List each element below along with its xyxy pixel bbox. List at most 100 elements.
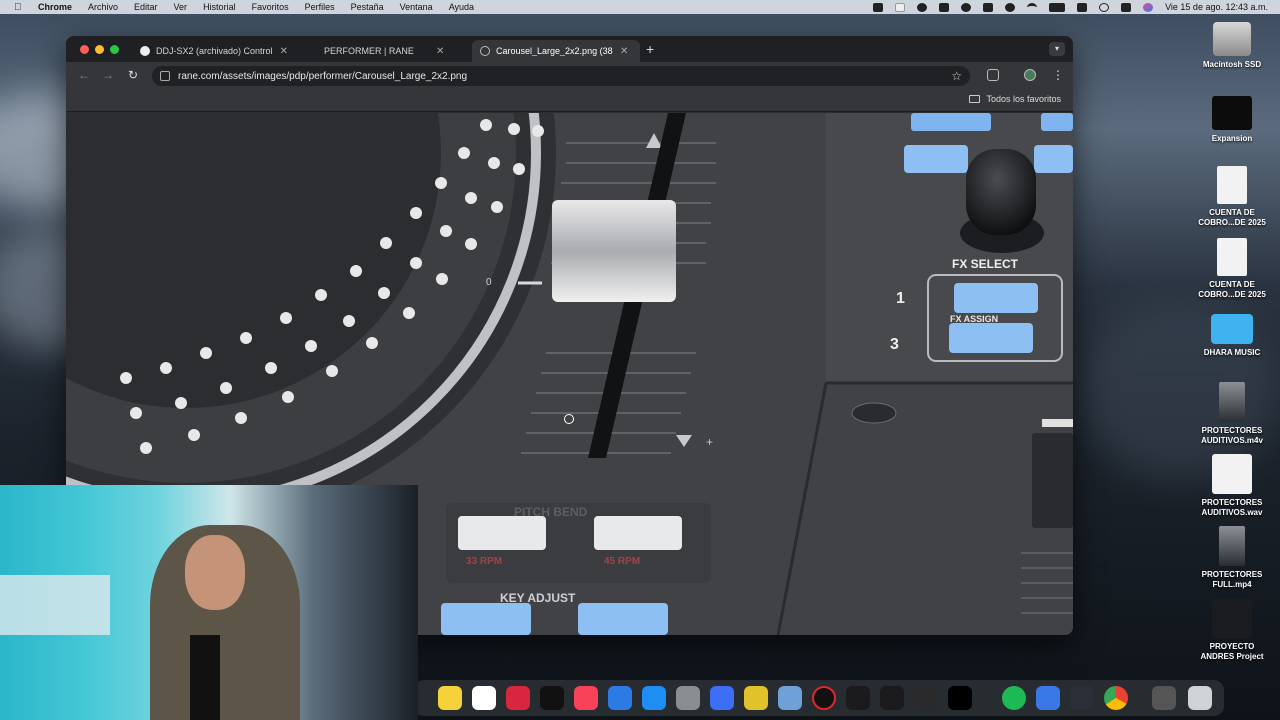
- dj-app-icon[interactable]: [880, 686, 904, 710]
- search-icon[interactable]: [1099, 2, 1110, 12]
- svg-text:+: +: [706, 435, 713, 449]
- unknown-app-icon[interactable]: [778, 686, 802, 710]
- status-app-icon[interactable]: [873, 2, 884, 12]
- hard-drive-icon: [1213, 22, 1251, 56]
- trash-icon[interactable]: [1188, 686, 1212, 710]
- desktop-icon-proyecto-andres[interactable]: PROYECTO ANDRES Project: [1192, 598, 1272, 662]
- menu-ventana[interactable]: Ventana: [400, 2, 433, 12]
- dj-app-icon[interactable]: [846, 686, 870, 710]
- desktop-icon-protectores-wav[interactable]: PROTECTORES AUDITIVOS.wav: [1192, 454, 1272, 518]
- desktop-icon-cuenta-1[interactable]: CUENTA DE COBRO...DE 2025: [1192, 166, 1272, 228]
- pitch-bend-plus-button: [594, 516, 682, 550]
- clock[interactable]: Vie 15 de ago. 12:43 a.m.: [1165, 2, 1268, 12]
- tab-ddj-sx2[interactable]: DDJ-SX2 (archivado) Control ✕: [132, 40, 296, 62]
- new-tab-button[interactable]: +: [646, 41, 654, 57]
- url-text[interactable]: rane.com/assets/images/pdp/performer/Car…: [178, 71, 467, 82]
- tab-close-icon[interactable]: ✕: [280, 46, 288, 57]
- status-app-icon[interactable]: [917, 2, 928, 12]
- tiktok-app-icon[interactable]: [948, 686, 972, 710]
- minimize-window-button[interactable]: [95, 45, 104, 54]
- unknown-app-icon[interactable]: [1036, 686, 1060, 710]
- extensions-icon[interactable]: [987, 69, 999, 81]
- desktop-icon-macintosh-ssd[interactable]: Macintosh SSD: [1192, 22, 1272, 70]
- tab-title: DDJ-SX2 (archivado) Control: [156, 46, 273, 56]
- voice-memos-app-icon[interactable]: [608, 686, 632, 710]
- desktop-icon-label: PROYECTO ANDRES Project: [1200, 642, 1264, 661]
- downloads-stack-icon[interactable]: [1152, 686, 1176, 710]
- pad-button: [1034, 145, 1073, 173]
- profile-avatar[interactable]: [1024, 69, 1036, 81]
- menu-favoritos[interactable]: Favoritos: [252, 2, 289, 12]
- desktop-icon-cuenta-2[interactable]: CUENTA DE COBRO...DE 2025: [1192, 238, 1272, 300]
- dj-app-icon[interactable]: [914, 686, 938, 710]
- tab-performer-rane[interactable]: PERFORMER | RANE ✕: [304, 40, 468, 62]
- rpm-33-label: 33 RPM: [466, 556, 502, 567]
- menu-archivo[interactable]: Archivo: [88, 2, 118, 12]
- status-app-icon[interactable]: [895, 2, 906, 12]
- spotify-app-icon[interactable]: [1002, 686, 1026, 710]
- menu-pestana[interactable]: Pestaña: [351, 2, 384, 12]
- status-app-icon[interactable]: [983, 2, 994, 12]
- back-button[interactable]: ←: [78, 68, 90, 82]
- status-area: Vie 15 de ago. 12:43 a.m.: [873, 0, 1268, 14]
- status-app-icon[interactable]: [939, 2, 950, 12]
- notes-app-icon[interactable]: [438, 686, 462, 710]
- battery-icon[interactable]: [1049, 2, 1066, 12]
- desktop-icon-label: Expansion: [1211, 134, 1253, 143]
- control-center-icon[interactable]: [1077, 2, 1088, 12]
- desktop-icon-dhara-music[interactable]: DHARA MUSIC: [1192, 314, 1272, 358]
- chrome-app-icon[interactable]: [1104, 686, 1128, 710]
- fx-select-label: FX SELECT: [952, 257, 1019, 271]
- siri-icon[interactable]: [1143, 2, 1154, 12]
- more-menu-icon[interactable]: ⋮: [1052, 68, 1064, 82]
- desktop-icon-label: PROTECTORES AUDITIVOS.m4v: [1201, 426, 1263, 445]
- desktop-icon-label: CUENTA DE COBRO...DE 2025: [1198, 208, 1266, 227]
- menu-ver[interactable]: Ver: [174, 2, 188, 12]
- tab-search-button[interactable]: ▾: [1049, 42, 1065, 56]
- unknown-app-icon[interactable]: [1070, 686, 1094, 710]
- desktop-icon-expansion[interactable]: Expansion: [1192, 96, 1272, 144]
- status-app-icon[interactable]: [1005, 2, 1016, 12]
- opera-app-icon[interactable]: [812, 686, 836, 710]
- tab-title: PERFORMER | RANE: [324, 46, 414, 56]
- tab-close-icon[interactable]: ✕: [436, 46, 444, 57]
- zoom-window-button[interactable]: [110, 45, 119, 54]
- menu-app-name[interactable]: Chrome: [38, 2, 72, 12]
- pad-button: [1041, 113, 1073, 131]
- wifi-icon[interactable]: [1027, 2, 1038, 12]
- unknown-app-icon[interactable]: [744, 686, 768, 710]
- desktop-icon-protectores-full[interactable]: PROTECTORES FULL.mp4: [1192, 526, 1272, 590]
- pad-button: [911, 113, 991, 131]
- dock: [414, 680, 1224, 716]
- freeform-app-icon[interactable]: [472, 686, 496, 710]
- all-bookmarks-button[interactable]: Todos los favoritos: [969, 94, 1061, 104]
- webcam-overlay: [0, 485, 418, 720]
- apple-tv-app-icon[interactable]: [540, 686, 564, 710]
- app-store-icon[interactable]: [642, 686, 666, 710]
- deck-3-label: 3: [890, 336, 899, 353]
- desktop-icon-protectores-m4v[interactable]: PROTECTORES AUDITIVOS.m4v: [1192, 382, 1272, 446]
- play-icon[interactable]: [961, 2, 972, 12]
- music-app-icon[interactable]: [574, 686, 598, 710]
- video-file-icon: [1219, 526, 1245, 566]
- record-app-icon[interactable]: [506, 686, 530, 710]
- menu-perfiles[interactable]: Perfiles: [305, 2, 335, 12]
- tab-close-icon[interactable]: ✕: [620, 46, 628, 57]
- menu-editar[interactable]: Editar: [134, 2, 158, 12]
- bookmark-star-icon[interactable]: ☆: [951, 69, 962, 83]
- apple-menu-icon[interactable]: : [14, 2, 28, 13]
- unknown-app-icon[interactable]: [710, 686, 734, 710]
- external-drive-icon: [1212, 96, 1252, 130]
- fx-assign-1-button: [954, 283, 1038, 313]
- forward-button[interactable]: →: [102, 68, 114, 82]
- control-center-icon[interactable]: [1121, 2, 1132, 12]
- reload-button[interactable]: ↻: [128, 68, 138, 82]
- address-bar[interactable]: rane.com/assets/images/pdp/performer/Car…: [152, 66, 970, 86]
- key-adjust-button: [578, 603, 668, 635]
- close-window-button[interactable]: [80, 45, 89, 54]
- menu-historial[interactable]: Historial: [203, 2, 236, 12]
- tab-carousel-image[interactable]: Carousel_Large_2x2.png (38 ✕: [472, 40, 640, 62]
- system-settings-icon[interactable]: [676, 686, 700, 710]
- site-info-icon[interactable]: [160, 71, 170, 81]
- menu-ayuda[interactable]: Ayuda: [449, 2, 474, 12]
